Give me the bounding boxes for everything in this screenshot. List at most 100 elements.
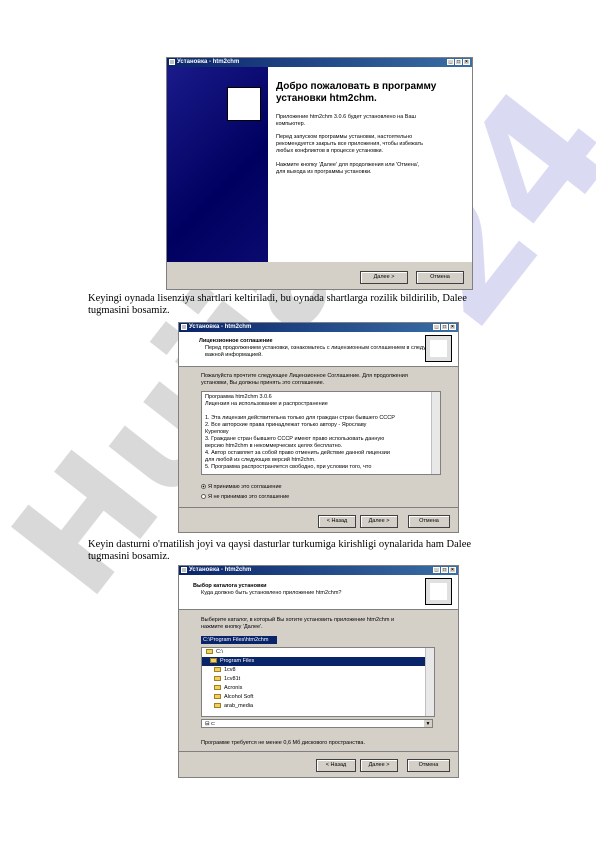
- paragraph-line: Keyin dasturni o'rnatilish joyi va qaysi…: [88, 539, 472, 550]
- folder-item[interactable]: Alcohol Soft: [202, 693, 432, 702]
- welcome-text: любых конфликтов в процессе установки.: [276, 148, 384, 154]
- cancel-button[interactable]: Отмена: [416, 271, 464, 284]
- wizard-header: Выбор каталога установки Куда должно быт…: [179, 575, 458, 610]
- folder-label: 1cv81t: [224, 676, 241, 682]
- installer-folder-window: Установка - htm2chm _ □ × Выбор каталога у…: [178, 565, 459, 778]
- folder-list: C:\ Program Files 1cv8 1cv81t Acronis Alcohol…: [202, 648, 434, 711]
- folder-prompt: Выберите каталог, в который Вы хотите ус…: [201, 617, 395, 623]
- divider: [179, 507, 458, 508]
- window-title-bar: Установка - htm2chm _ □ ×: [179, 323, 458, 332]
- license-text: Программа htm2chm 3.0.6 Лицензия на испол…: [205, 394, 430, 471]
- installer-welcome-window: Установка - htm2chm _ □ × Добро пожаловать…: [166, 57, 473, 290]
- header-subtitle: Куда должно быть установлено приложение …: [201, 590, 342, 596]
- decline-radio-option[interactable]: Я не принимаю это соглашение: [201, 494, 289, 501]
- welcome-content: Добро пожаловать в программу установки h…: [268, 67, 472, 262]
- back-button[interactable]: < Назад: [316, 759, 356, 772]
- welcome-text: для выхода из программы установки.: [276, 169, 372, 175]
- header-title: Выбор каталога установки: [193, 583, 267, 589]
- welcome-text: Нажмите кнопку 'Далее' для продолжения и…: [276, 162, 420, 168]
- folder-icon: [214, 667, 221, 673]
- paragraph-line: tugmasini bosamiz.: [88, 551, 170, 562]
- header-subtitle: Перед продолжением установки, ознакомьте…: [205, 345, 441, 351]
- license-line: Лицензия на использование и распростране…: [205, 401, 328, 407]
- divider: [179, 751, 458, 752]
- window-title-bar: Установка - htm2chm _ □ ×: [167, 58, 472, 67]
- folder-scrollbar[interactable]: [425, 648, 434, 716]
- welcome-heading: Добро пожаловать в программу установки h…: [276, 81, 436, 105]
- close-button[interactable]: ×: [449, 567, 456, 573]
- folder-item[interactable]: arab_media: [202, 702, 432, 711]
- license-line: 3. Граждане стран бывшего СССР имеют пра…: [205, 436, 385, 442]
- next-button[interactable]: Далее >: [360, 271, 408, 284]
- welcome-text: Перед запуском программы установки, наст…: [276, 134, 413, 140]
- folder-prompt: нажмите кнопку 'Далее'.: [201, 624, 263, 630]
- minimize-button[interactable]: _: [447, 59, 454, 65]
- window-title: Установка - htm2chm: [177, 59, 240, 65]
- installer-computer-icon: [425, 578, 452, 605]
- folder-item[interactable]: C:\: [202, 648, 424, 657]
- minimize-button[interactable]: _: [433, 324, 440, 330]
- close-button[interactable]: ×: [463, 59, 470, 65]
- license-text-box[interactable]: Программа htm2chm 3.0.6 Лицензия на испол…: [201, 391, 441, 475]
- folder-label: 1cv8: [224, 667, 236, 673]
- folder-item[interactable]: 1cv8: [202, 666, 432, 675]
- paragraph-line: tugmasini bosamiz.: [88, 305, 170, 316]
- cancel-button[interactable]: Отмена: [407, 759, 450, 772]
- welcome-text: Приложение htm2chm 3.0.6 будет установле…: [276, 114, 416, 120]
- folder-icon: [210, 658, 217, 664]
- back-button[interactable]: < Назад: [318, 515, 356, 528]
- wizard-header: Лицензионное соглашение Перед продолжени…: [179, 332, 458, 367]
- folder-item[interactable]: Program Files: [202, 657, 428, 666]
- license-line: [205, 408, 430, 415]
- folder-label: Program Files: [220, 658, 255, 664]
- install-path-input[interactable]: C:\Program Files\htm2chm: [201, 636, 277, 644]
- folder-icon: [214, 676, 221, 682]
- license-line: для любой из следующих версий htm2chm.: [205, 457, 316, 463]
- installer-computer-icon: [425, 335, 452, 362]
- next-button[interactable]: Далее >: [360, 759, 398, 772]
- header-title: Лицензионное соглашение: [199, 338, 273, 344]
- cancel-button[interactable]: Отмена: [408, 515, 450, 528]
- maximize-button[interactable]: □: [455, 59, 462, 65]
- installer-app-icon: [169, 59, 175, 65]
- folder-icon: [214, 703, 221, 709]
- paragraph-license-instructions: Keyingi oynada lisenziya shartlari kelti…: [88, 293, 518, 317]
- license-line: Программа htm2chm 3.0.6: [205, 394, 272, 400]
- maximize-button[interactable]: □: [441, 567, 448, 573]
- close-button[interactable]: ×: [449, 324, 456, 330]
- decline-radio[interactable]: [201, 494, 206, 500]
- accept-label: Я принимаю это соглашение: [208, 484, 282, 490]
- drive-value: c:: [211, 721, 216, 727]
- next-button[interactable]: Далее >: [360, 515, 398, 528]
- heading-line-1: Добро пожаловать в программу: [276, 81, 437, 92]
- folder-label: arab_media: [224, 703, 254, 709]
- accept-radio[interactable]: [201, 484, 206, 490]
- chevron-down-icon[interactable]: ▼: [424, 720, 432, 727]
- folder-icon: [214, 694, 221, 700]
- folder-label: Alcohol Soft: [224, 694, 254, 700]
- folder-icon: [214, 685, 221, 691]
- license-line: 4. Автор оставляет за собой право отмени…: [205, 450, 390, 456]
- window-title-bar: Установка - htm2chm _ □ ×: [179, 566, 458, 575]
- folder-item[interactable]: Acronis: [202, 684, 432, 693]
- heading-line-2: установки htm2chm.: [276, 93, 377, 104]
- license-line: Курепову: [205, 429, 229, 435]
- drive-select[interactable]: ⊟ c: ▼: [201, 719, 433, 728]
- license-line: 1. Эта лицензия действительна только для…: [205, 415, 395, 421]
- license-scrollbar[interactable]: [431, 392, 440, 474]
- installer-app-icon: [181, 567, 187, 573]
- installer-license-window: Установка - htm2chm _ □ × Лицензионное сог…: [178, 322, 459, 533]
- folder-label: Acronis: [224, 685, 243, 691]
- accept-radio-option[interactable]: Я принимаю это соглашение: [201, 484, 282, 491]
- folder-item[interactable]: 1cv81t: [202, 675, 432, 684]
- minimize-button[interactable]: _: [433, 567, 440, 573]
- license-intro: установки, Вы должны принять это соглаше…: [201, 380, 325, 386]
- decline-label: Я не принимаю это соглашение: [208, 494, 290, 500]
- welcome-text: компьютер.: [276, 121, 306, 127]
- welcome-text: рекомендуется закрыть все приложения, чт…: [276, 141, 424, 147]
- maximize-button[interactable]: □: [441, 324, 448, 330]
- window-title: Установка - htm2chm: [189, 567, 252, 573]
- folder-tree[interactable]: C:\ Program Files 1cv8 1cv81t Acronis Alcohol…: [201, 647, 435, 717]
- disk-space-note: Программе требуется не менее 0,6 Мб диск…: [201, 740, 365, 746]
- paragraph-install-path-instructions: Keyin dasturni o'rnatilish joyi va qaysi…: [88, 539, 518, 563]
